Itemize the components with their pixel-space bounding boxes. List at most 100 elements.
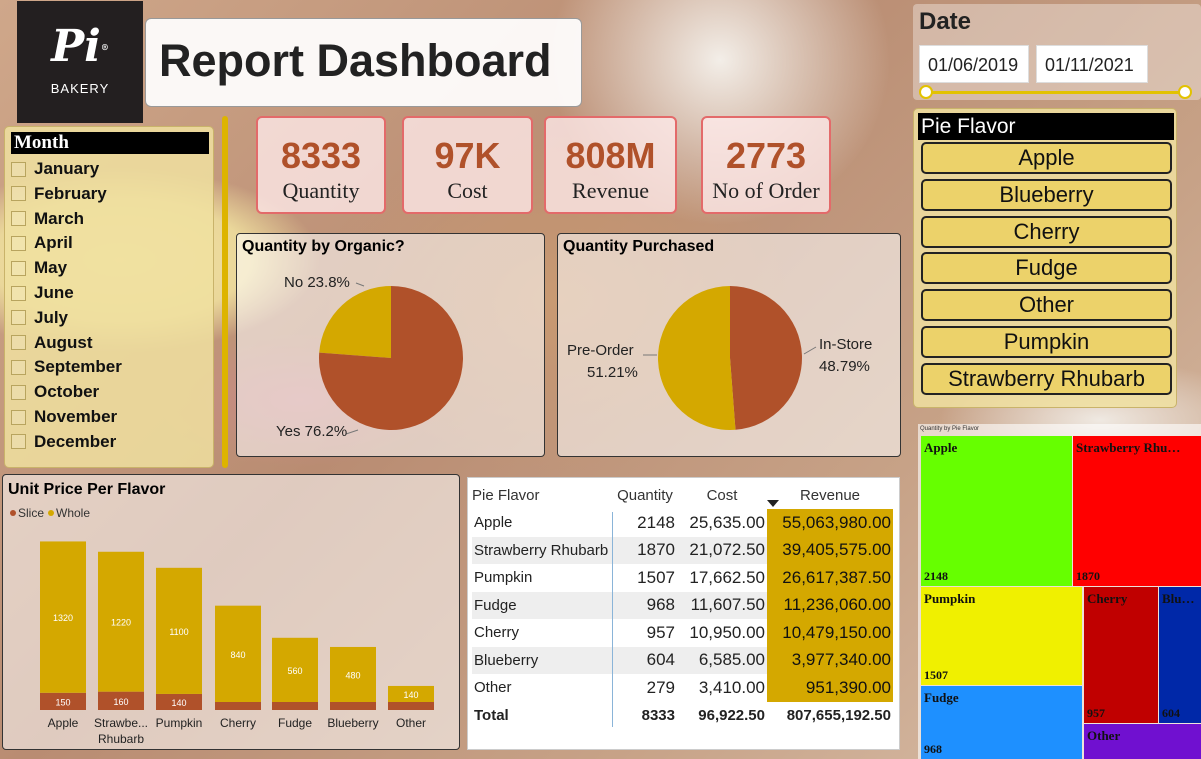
pie-slice-in-store[interactable] (730, 286, 802, 430)
table-cell: 957 (646, 622, 675, 642)
month-item-november[interactable]: November (11, 405, 117, 429)
treemap-cell-5[interactable]: Fudge 968 (921, 686, 1082, 759)
bar-slice-5[interactable] (330, 702, 376, 710)
bar-slice-3[interactable] (215, 702, 261, 710)
month-label: March (34, 208, 85, 228)
table-cell: 1507 (637, 567, 675, 587)
flavor-option-fudge[interactable]: Fudge (921, 252, 1172, 285)
table-row[interactable]: Fudge 968 11,607.50 11,236,060.00 (472, 591, 893, 619)
month-item-march[interactable]: March (11, 207, 84, 231)
table-cell: 6,585.00 (677, 646, 767, 674)
checkbox-icon[interactable] (11, 235, 26, 251)
checkbox-icon[interactable] (11, 186, 26, 202)
month-item-january[interactable]: January (11, 157, 99, 181)
column-header-cost[interactable]: Cost (677, 481, 767, 509)
table-total-cell: 807,655,192.50 (767, 701, 893, 729)
month-item-september[interactable]: September (11, 355, 122, 379)
pie-slice-no[interactable] (319, 286, 391, 358)
column-header-revenue[interactable]: Revenue (767, 481, 893, 509)
table-row[interactable]: Pumpkin 1507 17,662.50 26,617,387.50 (472, 564, 893, 592)
date-end-handle[interactable] (1178, 85, 1192, 99)
date-end-field[interactable]: 01/11/2021 (1036, 45, 1148, 83)
kpi-cost: 97K Cost (402, 116, 533, 214)
date-start-handle[interactable] (919, 85, 933, 99)
month-item-august[interactable]: August (11, 331, 93, 355)
table-row[interactable]: Blueberry 604 6,585.00 3,977,340.00 (472, 646, 893, 674)
table-row[interactable]: Apple 2148 25,635.00 55,063,980.00 (472, 509, 893, 537)
treemap-cell-6[interactable]: Other (1084, 724, 1201, 759)
treemap-cell-name: Fudge (924, 690, 959, 705)
treemap-cell-3[interactable]: Cherry 957 (1084, 587, 1158, 723)
month-item-february[interactable]: February (11, 182, 107, 206)
logo-reg: ® (100, 42, 109, 52)
column-header-pie-flavor[interactable]: Pie Flavor (472, 481, 613, 509)
month-label: April (34, 233, 73, 253)
checkbox-icon[interactable] (11, 434, 26, 450)
month-label: October (34, 382, 100, 402)
bar-slice-4[interactable] (272, 702, 318, 710)
checkbox-icon[interactable] (11, 260, 26, 276)
month-label: September (34, 357, 122, 377)
pie-label-preorder-name: Pre-Order (567, 342, 634, 359)
table-row[interactable]: Other 279 3,410.00 951,390.00 (472, 674, 893, 702)
table-cell: 279 (646, 677, 675, 697)
bar-whole-label: 1320 (53, 613, 73, 623)
month-item-april[interactable]: April (11, 231, 73, 255)
legend-slice: Slice (18, 506, 44, 520)
flavor-option-apple[interactable]: Apple (921, 142, 1172, 174)
table-cell: 26,617,387.50 (767, 564, 893, 592)
flavor-option-blueberry[interactable]: Blueberry (921, 178, 1172, 211)
checkbox-icon[interactable] (11, 310, 26, 326)
month-label: August (34, 332, 93, 352)
x-tick-label: Fudge (278, 716, 312, 730)
chart-title: Quantity by Pie Flavor (920, 426, 980, 432)
treemap-cell-4[interactable]: Blu… 604 (1159, 587, 1201, 723)
treemap-cell-value: 957 (1087, 706, 1105, 720)
month-label: December (34, 431, 117, 451)
checkbox-icon[interactable] (11, 335, 26, 351)
treemap-cell-2[interactable]: Pumpkin 1507 (921, 587, 1082, 685)
table-cell: Blueberry (472, 646, 613, 674)
bar-whole-label: 140 (403, 690, 418, 700)
date-start-field[interactable]: 01/06/2019 (919, 45, 1029, 83)
treemap-cell-0[interactable]: Apple 2148 (921, 436, 1072, 586)
month-label: January (34, 159, 100, 178)
table-cell: 21,072.50 (677, 536, 767, 564)
table-cell: 2148 (637, 512, 675, 532)
checkbox-icon[interactable] (11, 359, 26, 375)
checkbox-icon[interactable] (11, 285, 26, 301)
month-item-june[interactable]: June (11, 281, 74, 305)
sort-descending-icon[interactable] (767, 500, 779, 507)
table-row[interactable]: Cherry 957 10,950.00 10,479,150.00 (472, 619, 893, 647)
table-cell: 10,479,150.00 (767, 619, 893, 647)
table-cell: Pumpkin (474, 569, 533, 587)
checkbox-icon[interactable] (11, 409, 26, 425)
flavor-option-cherry[interactable]: Cherry (921, 215, 1172, 248)
date-range-track[interactable] (925, 91, 1183, 94)
pie-slice-pre-order[interactable] (658, 286, 736, 430)
flavor-option-other[interactable]: Other (921, 289, 1172, 322)
table-row[interactable]: Strawberry Rhubarb 1870 21,072.50 39,405,57… (472, 536, 893, 564)
checkbox-icon[interactable] (11, 384, 26, 400)
bar-slice-label: 160 (113, 697, 128, 707)
bar-whole-label: 480 (345, 670, 360, 680)
month-slicer-scrollbar[interactable] (222, 116, 228, 468)
month-item-july[interactable]: July (11, 306, 68, 330)
treemap-cell-value: 968 (924, 742, 942, 756)
kpi-value: 2773 (725, 135, 807, 176)
kpi-label: Revenue (572, 178, 649, 203)
month-item-october[interactable]: October (11, 380, 99, 404)
month-item-december[interactable]: December (11, 430, 116, 454)
month-label: February (34, 183, 107, 203)
treemap-cell-name: Blu… (1162, 591, 1195, 606)
bar-slice-6[interactable] (388, 702, 434, 710)
month-item-may[interactable]: May (11, 256, 67, 280)
flavor-option-strawberry-rhubarb[interactable]: Strawberry Rhubarb (921, 362, 1172, 395)
checkbox-icon[interactable] (11, 211, 26, 227)
flavor-option-pumpkin[interactable]: Pumpkin (921, 326, 1172, 358)
treemap-cell-1[interactable]: Strawberry Rhu… 1870 (1073, 436, 1201, 586)
column-header-quantity[interactable]: Quantity (613, 481, 677, 509)
treemap-cell-value: 1507 (924, 668, 948, 682)
checkbox-icon[interactable] (11, 161, 26, 177)
table-cell: 55,063,980.00 (767, 509, 893, 537)
